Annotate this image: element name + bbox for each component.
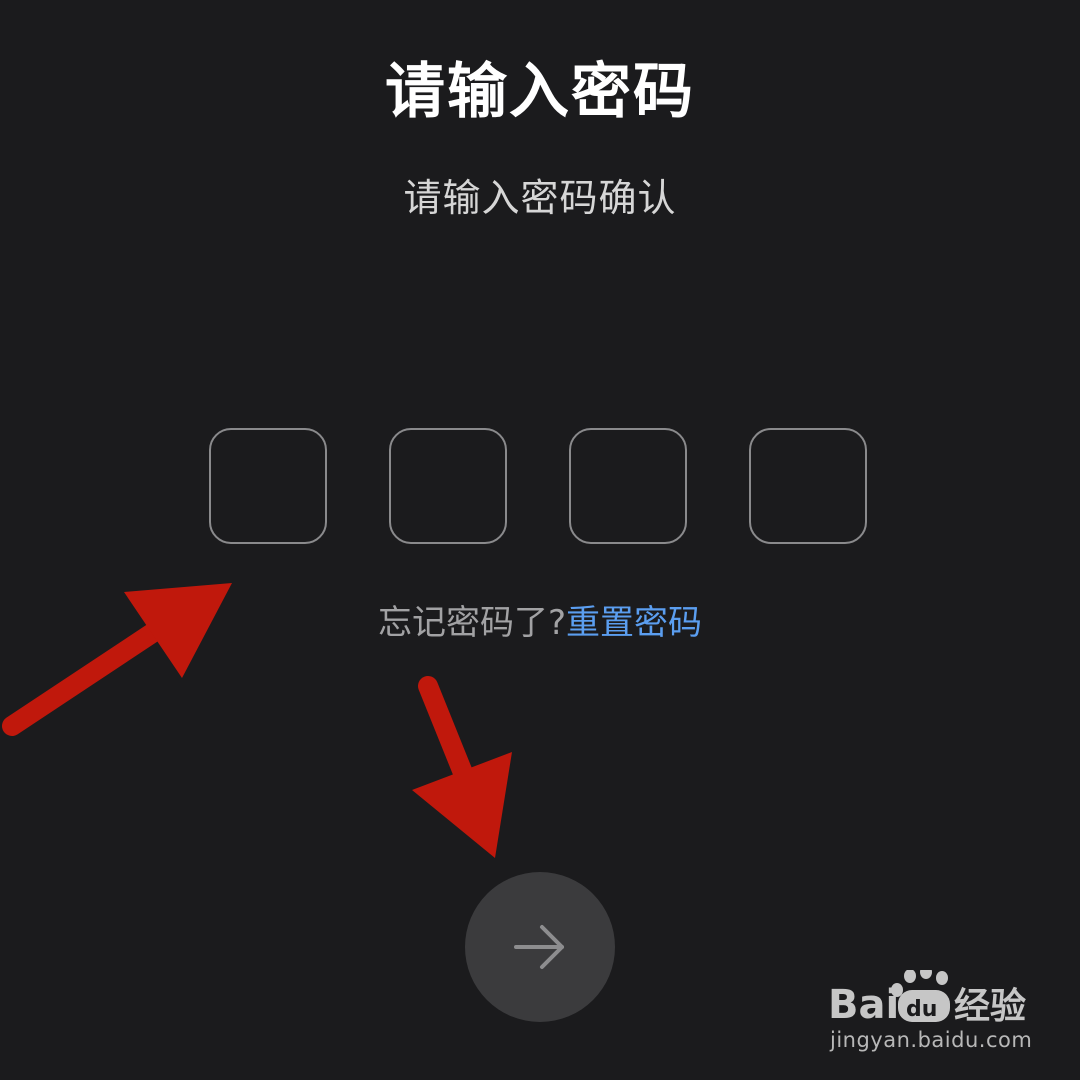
baidu-logo: Bai du 经验 [828,970,1026,1026]
pin-box-3[interactable] [569,428,687,544]
page-subtitle: 请输入密码确认 [403,176,677,220]
forgot-password-row: 忘记密码了?重置密码 [0,598,1080,648]
baidu-jingyan-watermark: Bai du 经验 jingyan.baidu.com [826,962,1036,1062]
annotation-arrow-down [412,676,512,858]
svg-text:经验: 经验 [954,986,1026,1026]
svg-text:Bai: Bai [828,982,899,1026]
pin-input-group[interactable] [209,428,871,546]
page-title: 请输入密码 [385,57,695,127]
watermark-domain: jingyan.baidu.com [830,1028,1033,1052]
svg-text:du: du [906,997,937,1022]
pin-box-2[interactable] [389,428,507,544]
reset-password-link[interactable]: 重置密码 [566,603,702,643]
paw-icon: du [891,970,950,1022]
forgot-password-prompt: 忘记密码了? [377,603,567,643]
pin-box-4[interactable] [749,428,867,544]
pin-box-1[interactable] [209,428,327,544]
arrow-right-icon [514,925,564,969]
next-button[interactable] [465,872,615,1022]
